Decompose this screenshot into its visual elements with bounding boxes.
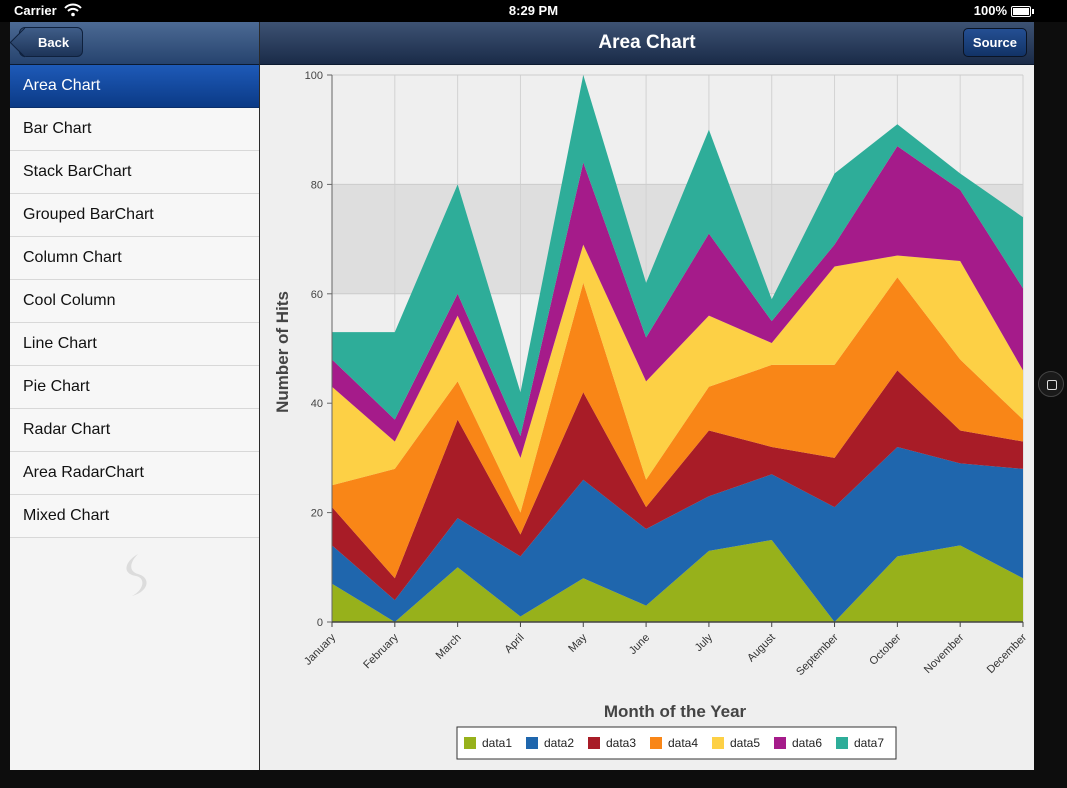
menu-item[interactable]: Bar Chart: [10, 108, 259, 151]
menu-item[interactable]: Line Chart: [10, 323, 259, 366]
sidebar-header: Back: [10, 22, 259, 65]
menu-item[interactable]: Stack BarChart: [10, 151, 259, 194]
legend-item[interactable]: data5: [712, 736, 760, 750]
x-tick-label: July: [693, 631, 716, 654]
legend-label: data3: [606, 736, 636, 750]
legend-item[interactable]: data2: [526, 736, 574, 750]
menu-item[interactable]: Mixed Chart: [10, 495, 259, 538]
y-tick-label: 20: [311, 508, 323, 520]
legend-swatch: [712, 737, 724, 749]
page-title: Area Chart: [598, 32, 696, 53]
legend-swatch: [774, 737, 786, 749]
menu-item[interactable]: Area RadarChart: [10, 452, 259, 495]
back-button[interactable]: Back: [19, 27, 84, 57]
x-tick-label: June: [627, 632, 652, 657]
legend-label: data7: [854, 736, 884, 750]
x-tick-label: August: [745, 632, 778, 665]
detail-pane: Area Chart Source 0 20 40 60 80 100 January Feb…: [260, 22, 1034, 770]
legend-item[interactable]: data4: [650, 736, 698, 750]
legend-label: data4: [668, 736, 698, 750]
y-tick-label: 100: [305, 70, 323, 82]
split-view: Back Area Chart Bar Chart Stack BarChart Gr…: [10, 22, 1034, 770]
chart-container: 0 20 40 60 80 100 January February March April May…: [260, 65, 1034, 770]
legend-swatch: [650, 737, 662, 749]
x-tick-label: April: [503, 632, 527, 656]
battery-percent: 100%: [973, 3, 1007, 18]
navigation-bar: Area Chart Source: [260, 22, 1034, 65]
battery-icon: [1011, 6, 1034, 17]
legend-item[interactable]: data7: [836, 736, 884, 750]
legend-swatch: [526, 737, 538, 749]
y-axis-title: Number of Hits: [273, 291, 292, 413]
legend-label: data5: [730, 736, 760, 750]
x-tick-label: March: [434, 632, 464, 662]
status-bar: Carrier 8:29 PM 100%: [0, 0, 1067, 22]
x-tick-label: February: [361, 631, 401, 671]
legend-swatch: [836, 737, 848, 749]
x-tick-label: November: [922, 631, 967, 676]
legend-label: data2: [544, 736, 574, 750]
menu-item[interactable]: Pie Chart: [10, 366, 259, 409]
menu-item[interactable]: Radar Chart: [10, 409, 259, 452]
legend-label: data6: [792, 736, 822, 750]
x-tick-label: October: [867, 631, 903, 667]
x-tick-label: January: [302, 631, 339, 668]
legend-item[interactable]: data3: [588, 736, 636, 750]
chart-type-menu: Area Chart Bar Chart Stack BarChart Grouped…: [10, 65, 259, 538]
menu-item[interactable]: Grouped BarChart: [10, 194, 259, 237]
source-button[interactable]: Source: [962, 28, 1027, 57]
y-tick-label: 0: [317, 617, 323, 629]
menu-item[interactable]: Column Chart: [10, 237, 259, 280]
app-logo-icon: [126, 554, 147, 596]
legend-item[interactable]: data6: [774, 736, 822, 750]
legend-swatch: [588, 737, 600, 749]
assistive-touch-button[interactable]: [1038, 371, 1064, 397]
legend-swatch: [464, 737, 476, 749]
y-tick-label: 40: [311, 398, 323, 410]
clock: 8:29 PM: [508, 3, 559, 18]
legend-item[interactable]: data1: [464, 736, 512, 750]
x-tick-label: May: [566, 631, 590, 655]
menu-item[interactable]: Area Chart: [10, 65, 259, 108]
y-tick-label: 80: [311, 179, 323, 191]
legend: data1 data2 data3 data4 data5 data6 data7: [456, 726, 897, 760]
legend-label: data1: [482, 736, 512, 750]
y-tick-label: 60: [311, 289, 323, 301]
x-tick-label: December: [985, 631, 1030, 676]
x-axis-title: Month of the Year: [604, 702, 747, 721]
menu-item[interactable]: Cool Column: [10, 280, 259, 323]
sidebar: Back Area Chart Bar Chart Stack BarChart Gr…: [10, 22, 260, 770]
x-tick-label: September: [794, 631, 841, 678]
area-chart[interactable]: 0 20 40 60 80 100 January February March April May…: [260, 65, 1034, 770]
